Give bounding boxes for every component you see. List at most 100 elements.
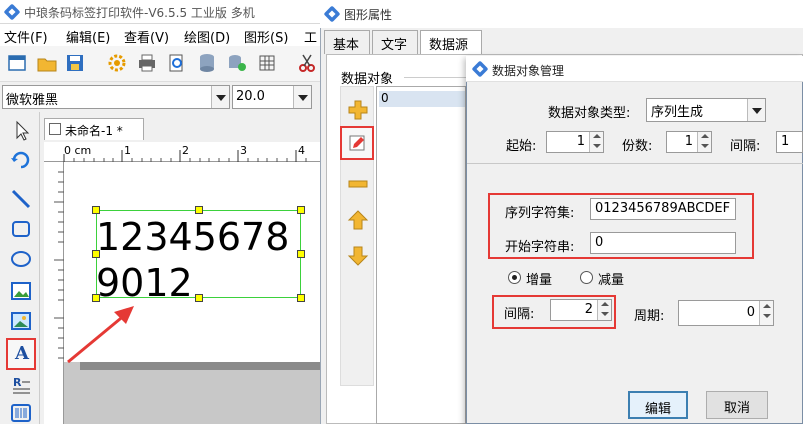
list-item[interactable]: 0	[379, 91, 465, 107]
cut-scissors-icon[interactable]	[296, 52, 318, 74]
resize-handle-top-middle[interactable]	[195, 206, 203, 214]
step-spinner[interactable]	[597, 300, 611, 320]
start-string-label: 开始字符串:	[505, 240, 575, 255]
move-up-arrow-icon[interactable]	[346, 208, 370, 232]
decrease-label: 减量	[598, 273, 625, 288]
rotate-icon[interactable]	[8, 146, 34, 172]
data-objects-label: 数据对象	[341, 72, 394, 87]
start-input[interactable]: 1	[546, 131, 604, 153]
font-toolbar: 微软雅黑 20.0	[0, 82, 320, 112]
object-type-value: 序列生成	[651, 105, 704, 120]
image-tool-icon[interactable]	[8, 278, 34, 304]
ellipse-tool-icon[interactable]	[8, 246, 34, 272]
rectangle-tool-icon[interactable]	[8, 216, 34, 242]
dialog-title-bar: 数据对象管理	[466, 56, 803, 82]
tab-data-source[interactable]: 数据源	[420, 30, 482, 54]
tab-text[interactable]: 文字	[372, 30, 418, 54]
print-icon[interactable]	[136, 52, 158, 74]
start-spinner[interactable]	[589, 132, 603, 152]
annotation-arrow-icon	[67, 306, 134, 364]
resize-handle-bottom-middle[interactable]	[195, 294, 203, 302]
canvas-text-object[interactable]: 12345678 9012	[96, 214, 306, 306]
document-tab[interactable]: 未命名-1 *	[44, 118, 144, 140]
start-string-value: 0	[595, 235, 604, 250]
multiline-text-icon[interactable]: R	[8, 372, 34, 398]
properties-logo-icon	[324, 6, 340, 22]
edit-button[interactable]: 编辑	[628, 391, 688, 419]
app-title: 中琅条码标签打印软件-V6.5.5 工业版 多机	[24, 6, 255, 20]
settings-gear-icon[interactable]	[106, 52, 128, 74]
picture-tool-icon[interactable]	[8, 308, 34, 334]
select-pointer-icon[interactable]	[8, 118, 34, 144]
charset-input[interactable]: 0123456789ABCDEF	[590, 198, 736, 220]
document-tab-label: 未命名-1 *	[65, 124, 123, 138]
vertical-ruler	[44, 162, 64, 424]
object-type-dropdown-icon[interactable]	[747, 99, 765, 121]
print-preview-icon[interactable]	[166, 52, 188, 74]
tab-basic[interactable]: 基本	[324, 30, 370, 54]
remove-minus-icon[interactable]	[346, 172, 370, 196]
font-size-combo[interactable]: 20.0	[232, 85, 312, 109]
app-logo-icon	[4, 4, 20, 20]
resize-handle-middle-right[interactable]	[297, 250, 305, 258]
font-name-dropdown-icon[interactable]	[211, 86, 229, 108]
open-folder-icon[interactable]	[36, 52, 58, 74]
vertical-ruler-ticks	[54, 171, 64, 359]
ruler-origin-label: 0 cm	[64, 144, 92, 157]
add-plus-icon[interactable]	[346, 98, 370, 122]
document-icon	[49, 123, 61, 135]
menu-file[interactable]: 文件(F)	[4, 27, 48, 46]
resize-handle-bottom-right[interactable]	[297, 294, 305, 302]
menu-edit[interactable]: 编辑(E)	[66, 27, 110, 46]
graphic-properties-title-bar: 图形属性	[320, 0, 803, 28]
barcode-tool-icon[interactable]	[8, 400, 34, 424]
interval-top-input[interactable]: 1	[776, 131, 803, 153]
save-icon[interactable]	[64, 52, 86, 74]
edit-pencil-icon	[349, 135, 365, 151]
ruler-tick-4: 4	[298, 144, 305, 157]
data-object-list[interactable]: 0	[376, 86, 466, 424]
resize-handle-top-right[interactable]	[297, 206, 305, 214]
charset-label: 序列字符集:	[505, 206, 575, 221]
object-type-select[interactable]: 序列生成	[646, 98, 766, 122]
copies-input[interactable]: 1	[666, 131, 712, 153]
menu-draw[interactable]: 绘图(D)	[184, 27, 230, 46]
new-file-icon[interactable]	[6, 52, 28, 74]
menu-view[interactable]: 查看(V)	[124, 27, 169, 46]
grid-icon[interactable]	[256, 52, 278, 74]
ruler-tick-2: 2	[182, 144, 189, 157]
line-tool-icon[interactable]	[8, 186, 34, 212]
increase-radio[interactable]	[508, 271, 521, 284]
menu-tools[interactable]: 工	[304, 27, 317, 46]
step-input[interactable]: 2	[550, 299, 612, 321]
cycle-value: 0	[746, 305, 755, 320]
cycle-spinner[interactable]	[759, 301, 773, 325]
decrease-radio[interactable]	[580, 271, 593, 284]
database-icon[interactable]	[196, 52, 218, 74]
database-settings-icon[interactable]	[226, 52, 248, 74]
resize-handle-middle-left[interactable]	[92, 250, 100, 258]
ruler-tick-1: 1	[124, 144, 131, 157]
start-string-input[interactable]: 0	[590, 232, 736, 254]
copies-value: 1	[684, 134, 693, 149]
dialog-separator	[467, 163, 803, 164]
move-down-arrow-icon[interactable]	[346, 244, 370, 268]
cycle-input[interactable]: 0	[678, 300, 774, 326]
graphic-properties-title: 图形属性	[344, 8, 393, 22]
resize-handle-top-left[interactable]	[92, 206, 100, 214]
menu-shape[interactable]: 图形(S)	[244, 27, 288, 46]
font-name-combo[interactable]: 微软雅黑	[2, 85, 230, 109]
cancel-button[interactable]: 取消	[706, 391, 768, 419]
copies-spinner[interactable]	[697, 132, 711, 152]
main-toolbar	[0, 46, 320, 82]
text-tool-button[interactable]: A	[6, 338, 36, 370]
dialog-title: 数据对象管理	[492, 64, 565, 78]
font-size-value: 20.0	[236, 89, 265, 104]
charset-value: 0123456789ABCDEF	[595, 201, 731, 216]
object-type-label: 数据对象类型:	[548, 106, 631, 121]
font-size-dropdown-icon[interactable]	[293, 86, 311, 108]
cycle-label: 周期:	[634, 309, 665, 324]
ruler-tick-3: 3	[240, 144, 247, 157]
step-label: 间隔:	[504, 307, 535, 322]
edit-object-button[interactable]	[340, 126, 374, 160]
